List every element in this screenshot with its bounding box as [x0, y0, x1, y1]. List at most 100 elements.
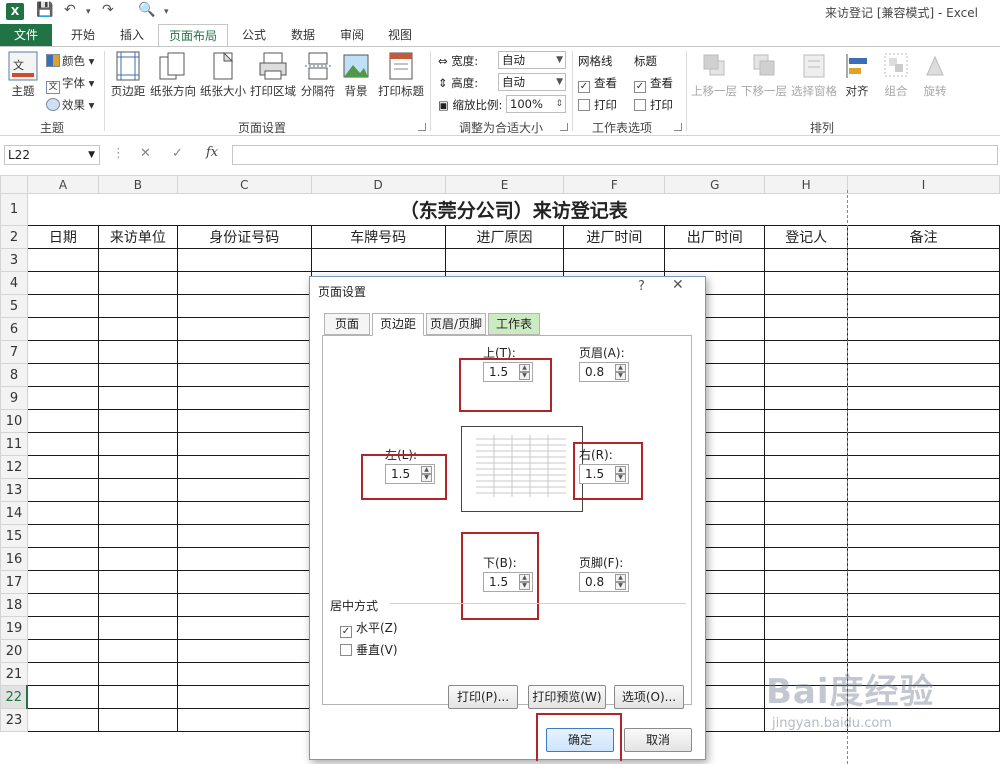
selection-pane-button[interactable]: 选择窗格 — [790, 51, 838, 99]
grid-cell[interactable] — [97, 616, 178, 640]
grid-cell[interactable] — [97, 570, 178, 594]
grid-cell[interactable] — [26, 547, 99, 571]
grid-cell[interactable] — [97, 639, 178, 663]
grid-cell[interactable] — [764, 432, 849, 456]
tab-review[interactable]: 审阅 — [330, 24, 374, 46]
row-header[interactable]: 15 — [0, 524, 28, 548]
grid-cell[interactable] — [26, 685, 99, 709]
row-header[interactable]: 22 — [0, 685, 29, 709]
row-header[interactable]: 9 — [0, 386, 28, 410]
grid-cell[interactable] — [764, 547, 849, 571]
spin-up-icon[interactable]: ▲ — [615, 364, 626, 372]
grid-cell[interactable] — [764, 593, 849, 617]
center-vertical-checkbox[interactable]: 垂直(V) — [340, 641, 398, 658]
gridlines-view-checkbox[interactable]: ✓ 查看 — [578, 75, 617, 93]
grid-cell[interactable] — [847, 524, 1000, 548]
grid-cell[interactable] — [176, 685, 312, 709]
row-header[interactable]: 10 — [0, 409, 28, 433]
theme-colors-button[interactable]: 颜色 ▾ — [46, 53, 94, 69]
height-combo[interactable]: 自动 ▼ — [498, 73, 566, 91]
row-header[interactable]: 18 — [0, 593, 28, 617]
grid-cell[interactable] — [26, 409, 99, 433]
grid-cell[interactable] — [97, 547, 178, 571]
column-header[interactable]: B — [97, 175, 178, 194]
headings-print-checkbox[interactable]: 打印 — [634, 97, 673, 113]
grid-cell[interactable] — [97, 294, 178, 318]
grid-cell[interactable] — [176, 294, 312, 318]
grid-cell[interactable] — [847, 616, 1000, 640]
grid-cell[interactable] — [97, 317, 178, 341]
grid-cell[interactable] — [764, 294, 849, 318]
grid-cell[interactable] — [847, 708, 1000, 732]
grid-cell[interactable] — [97, 478, 178, 502]
grid-cell[interactable] — [444, 248, 565, 272]
column-header[interactable]: D — [310, 175, 446, 194]
group-button[interactable]: 组合 — [878, 51, 914, 99]
header-cell[interactable]: 进厂原因 — [444, 225, 565, 249]
grid-cell[interactable] — [764, 386, 849, 410]
footer-margin-spinner[interactable]: 0.8 ▲ ▼ — [579, 572, 629, 592]
header-cell[interactable]: 来访单位 — [97, 225, 178, 249]
row-header[interactable]: 5 — [0, 294, 28, 318]
grid-cell[interactable] — [847, 639, 1000, 663]
width-combo[interactable]: 自动 ▼ — [498, 51, 566, 69]
grid-cell[interactable] — [26, 524, 99, 548]
tab-view[interactable]: 视图 — [378, 24, 422, 46]
row-header[interactable]: 3 — [0, 248, 28, 272]
grid-cell[interactable] — [176, 616, 312, 640]
row-header[interactable]: 7 — [0, 340, 28, 364]
header-cell[interactable]: 身份证号码 — [176, 225, 312, 249]
gridlines-print-checkbox[interactable]: 打印 — [578, 97, 617, 113]
spin-up-icon[interactable]: ▲ — [615, 574, 626, 582]
grid-cell[interactable] — [847, 501, 1000, 525]
header-cell[interactable]: 出厂时间 — [664, 225, 766, 249]
grid-cell[interactable] — [764, 363, 849, 387]
tab-page-layout[interactable]: 页面布局 — [158, 24, 228, 46]
grid-cell[interactable] — [176, 708, 312, 732]
row-header[interactable]: 13 — [0, 478, 28, 502]
header-cell[interactable]: 进厂时间 — [563, 225, 666, 249]
redo-icon[interactable]: ↷ — [102, 2, 114, 18]
send-backward-button[interactable]: 下移一层 — [740, 51, 788, 99]
center-horizontal-checkbox[interactable]: ✓ 水平(Z) — [340, 619, 398, 638]
grid-cell[interactable] — [176, 409, 312, 433]
column-header[interactable]: G — [664, 175, 766, 194]
formula-input[interactable] — [232, 145, 998, 165]
grid-cell[interactable] — [664, 248, 766, 272]
rotate-button[interactable]: 旋转 — [916, 51, 954, 99]
column-header[interactable]: E — [444, 175, 565, 194]
grid-cell[interactable] — [764, 409, 849, 433]
grid-cell[interactable] — [97, 271, 178, 295]
theme-fonts-button[interactable]: 文字体 ▾ — [46, 75, 94, 94]
tab-insert[interactable]: 插入 — [110, 24, 154, 46]
grid-cell[interactable] — [97, 662, 178, 686]
grid-cell[interactable] — [176, 570, 312, 594]
align-button[interactable]: 对齐 — [840, 51, 874, 99]
tab-data[interactable]: 数据 — [280, 24, 326, 46]
grid-cell[interactable] — [97, 409, 178, 433]
bring-forward-button[interactable]: 上移一层 — [690, 51, 738, 99]
grid-cell[interactable] — [97, 248, 178, 272]
grid-cell[interactable] — [26, 662, 99, 686]
row-header[interactable]: 14 — [0, 501, 28, 525]
undo-dropdown-icon[interactable]: ▾ — [86, 7, 91, 17]
column-header[interactable]: H — [764, 175, 849, 194]
grid-cell[interactable] — [97, 685, 178, 709]
header-cell[interactable]: 备注 — [847, 225, 1000, 249]
grid-cell[interactable] — [26, 501, 99, 525]
grid-cell[interactable] — [847, 570, 1000, 594]
grid-cell[interactable] — [847, 294, 1000, 318]
header-cell[interactable]: 登记人 — [764, 225, 849, 249]
grid-cell[interactable] — [847, 317, 1000, 341]
column-header[interactable]: C — [176, 175, 312, 194]
close-icon[interactable]: ✕ — [672, 277, 684, 293]
grid-cell[interactable] — [26, 570, 99, 594]
grid-cell[interactable] — [26, 593, 99, 617]
grid-cell[interactable] — [26, 386, 99, 410]
grid-cell[interactable] — [764, 271, 849, 295]
grid-cell[interactable] — [176, 248, 312, 272]
grid-cell[interactable] — [764, 616, 849, 640]
grid-cell[interactable] — [26, 294, 99, 318]
save-icon[interactable]: 💾 — [36, 2, 53, 18]
grid-cell[interactable] — [26, 455, 99, 479]
